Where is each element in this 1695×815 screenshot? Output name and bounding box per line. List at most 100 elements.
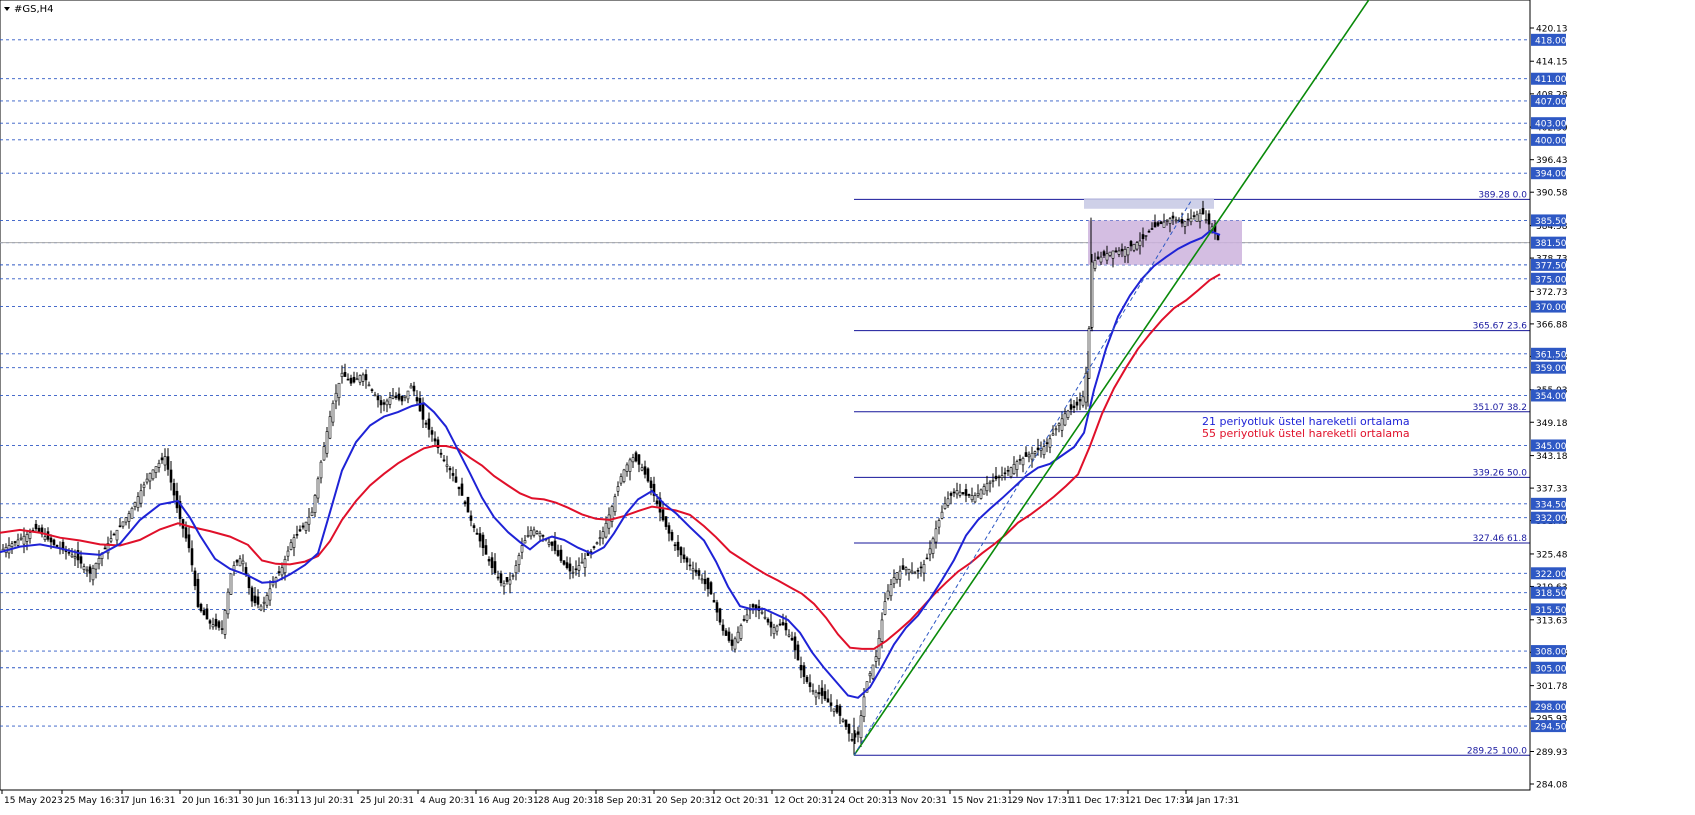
chart-window[interactable]: 389.28 0.0 365.67 23.6 351.07 38.2 339.26 5… bbox=[0, 0, 1695, 811]
candle-body bbox=[901, 565, 905, 570]
time-tick-label: 20 Jun 16:31 bbox=[182, 796, 239, 806]
candle-body bbox=[1102, 251, 1106, 256]
candle-body bbox=[214, 618, 218, 627]
candle-body bbox=[925, 557, 929, 560]
time-tick-label: 28 Aug 20:31 bbox=[538, 796, 599, 806]
plot-area[interactable] bbox=[0, 0, 1531, 791]
candle-body bbox=[301, 525, 305, 528]
time-tick-label: 16 Aug 20:31 bbox=[478, 796, 539, 806]
candle-body bbox=[820, 687, 824, 696]
candle-body bbox=[1066, 410, 1070, 418]
level-tag-label: 400.00 bbox=[1535, 136, 1567, 146]
candle-body bbox=[238, 558, 242, 567]
time-tick-label: 3 Nov 20:31 bbox=[892, 796, 947, 806]
candle-body bbox=[67, 551, 71, 554]
candle-body bbox=[616, 486, 620, 492]
candle-body bbox=[307, 516, 311, 525]
candle-body bbox=[1063, 413, 1067, 426]
candle-body bbox=[712, 600, 716, 603]
candle-body bbox=[157, 462, 161, 468]
candle-body bbox=[1144, 235, 1148, 237]
candle-body bbox=[997, 476, 1001, 479]
candle-body bbox=[808, 682, 812, 687]
candle-body bbox=[817, 692, 821, 695]
level-tag-label: 354.00 bbox=[1535, 392, 1567, 402]
candle-body bbox=[697, 570, 701, 576]
candle-body bbox=[739, 625, 743, 639]
candle-body bbox=[133, 502, 137, 507]
time-tick-label: 21 Dec 17:31 bbox=[1130, 796, 1191, 806]
candle-body bbox=[49, 537, 53, 543]
candle-body bbox=[253, 595, 257, 604]
level-tag-label: 375.00 bbox=[1535, 275, 1567, 285]
candle-body bbox=[37, 527, 41, 532]
candle-body bbox=[97, 557, 101, 565]
candle-body bbox=[10, 543, 14, 547]
candle-body bbox=[193, 570, 197, 587]
level-tag-label: 403.00 bbox=[1535, 120, 1567, 130]
candle-body bbox=[682, 554, 686, 560]
candle-body bbox=[622, 469, 626, 482]
level-tag-label: 334.50 bbox=[1535, 500, 1567, 510]
candle-body bbox=[448, 467, 452, 471]
level-tag-label: 377.50 bbox=[1535, 261, 1567, 271]
candle-body bbox=[763, 616, 767, 619]
candle-body bbox=[256, 596, 260, 605]
price-tick-label: 390.58 bbox=[1536, 189, 1568, 199]
candle-body bbox=[1156, 222, 1160, 226]
candle-body bbox=[910, 570, 914, 574]
candle-body bbox=[676, 541, 680, 551]
level-tag-label: 315.50 bbox=[1535, 606, 1567, 616]
candle-body bbox=[313, 495, 317, 513]
candle-body bbox=[226, 591, 230, 615]
level-tag-label: 370.00 bbox=[1535, 303, 1567, 313]
candle-body bbox=[874, 656, 878, 662]
candle-body bbox=[1081, 396, 1085, 406]
candle-body bbox=[706, 577, 710, 590]
price-tick-label: 343.18 bbox=[1536, 452, 1568, 462]
candle-body bbox=[169, 469, 173, 483]
candle-body bbox=[1003, 472, 1007, 475]
candle-body bbox=[673, 544, 677, 547]
candle-body bbox=[805, 676, 809, 682]
candle-body bbox=[379, 400, 383, 406]
legend-ema55-label: 55 periyotluk üstel hareketli ortalama bbox=[1202, 427, 1410, 440]
candle-body bbox=[958, 491, 962, 496]
candle-body bbox=[1009, 467, 1013, 477]
time-tick-label: 25 Jul 20:31 bbox=[360, 796, 414, 806]
candle-body bbox=[460, 483, 464, 496]
candle-body bbox=[208, 620, 212, 624]
candle-body bbox=[826, 698, 830, 703]
candle-body bbox=[295, 534, 299, 536]
candle-body bbox=[337, 382, 341, 398]
candle-body bbox=[928, 548, 932, 555]
candle-body bbox=[85, 569, 89, 572]
candle-body bbox=[976, 492, 980, 496]
candle-body bbox=[649, 480, 653, 489]
candle-body bbox=[145, 478, 149, 483]
candle-body bbox=[439, 452, 443, 455]
candle-body bbox=[478, 533, 482, 542]
candle-body bbox=[535, 531, 539, 534]
candle-body bbox=[604, 522, 608, 538]
candle-body bbox=[634, 452, 638, 462]
candle-body bbox=[1024, 452, 1028, 457]
candle-body bbox=[55, 544, 59, 547]
candle-body bbox=[469, 515, 473, 521]
candle-body bbox=[631, 457, 635, 463]
candle-body bbox=[1183, 221, 1187, 227]
candle-body bbox=[154, 466, 158, 473]
candle-body bbox=[943, 503, 947, 509]
candle-body bbox=[844, 719, 848, 727]
candle-body bbox=[1189, 217, 1193, 223]
candle-body bbox=[850, 739, 854, 741]
candle-body bbox=[838, 705, 842, 716]
candle-body bbox=[1207, 213, 1211, 225]
candle-body bbox=[163, 456, 167, 466]
candle-body bbox=[598, 537, 602, 540]
candle-body bbox=[985, 483, 989, 492]
price-chart[interactable]: 389.28 0.0 365.67 23.6 351.07 38.2 339.26 5… bbox=[0, 0, 1695, 811]
candle-body bbox=[1186, 218, 1190, 221]
candle-body bbox=[109, 538, 113, 542]
candle-body bbox=[322, 446, 326, 461]
